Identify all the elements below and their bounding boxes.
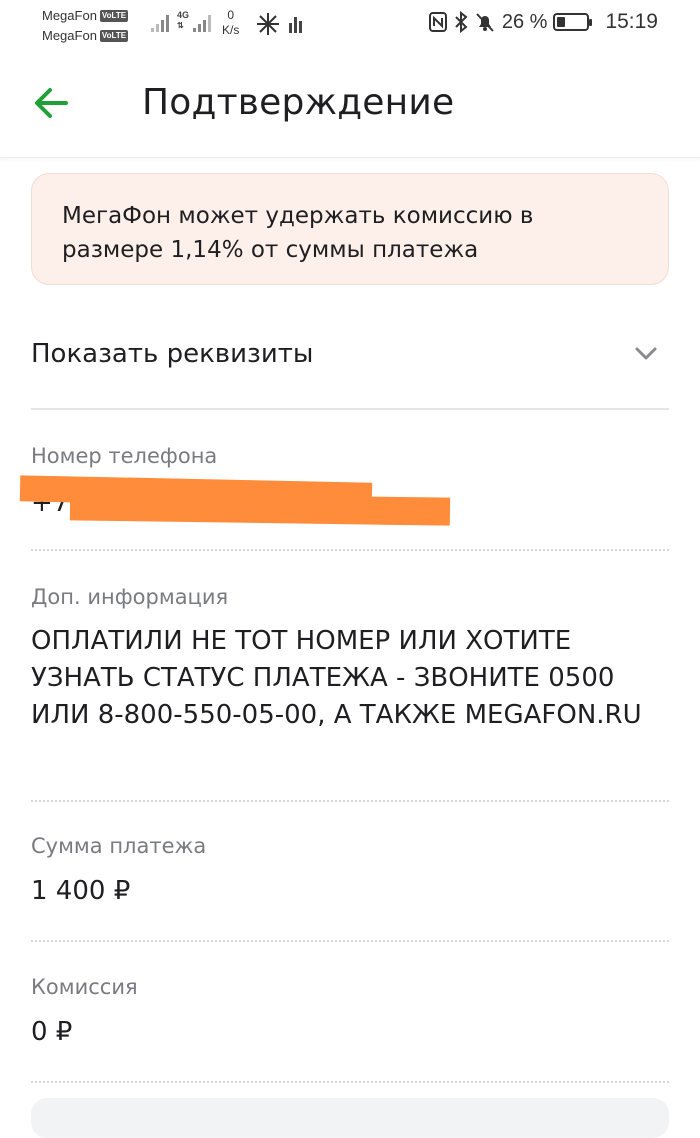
amount-value: 1 400 ₽: [31, 876, 131, 906]
volte-badge: VoLTE: [99, 10, 129, 22]
nfc-icon: [428, 12, 447, 32]
arrow-left-icon: [35, 88, 68, 118]
sim1-operator: MegaFon: [42, 8, 97, 23]
extra-info-label: Доп. информация: [31, 585, 229, 609]
battery-icon: [553, 13, 593, 31]
volte-badge: VoLTE: [99, 30, 129, 42]
signal-icon: [193, 15, 211, 32]
status-bar: MegaFon VoLTE MegaFon VoLTE 4G ⇅ 0 K/s 2…: [0, 0, 700, 52]
bluetooth-icon: [455, 11, 468, 33]
phone-label: Номер телефона: [31, 444, 218, 468]
amount-field: Сумма платежа 1 400 ₽: [31, 830, 669, 942]
commission-notice: МегаФон может удержать комиссию в размер…: [31, 173, 669, 285]
extra-info-field: Доп. информация ОПЛАТИЛИ НЕ ТОТ НОМЕР ИЛ…: [31, 581, 669, 802]
amount-label: Сумма платежа: [31, 834, 207, 858]
chevron-down-icon: [635, 347, 657, 360]
status-right: 26 % 15:19: [428, 10, 658, 34]
sim2-operator: MegaFon: [42, 28, 97, 43]
weather-sun-icon: [257, 13, 279, 35]
battery-percent: 26 %: [501, 10, 548, 33]
network-type: 4G ⇅: [177, 10, 190, 30]
commission-value: 0 ₽: [31, 1017, 73, 1047]
sim-info: MegaFon VoLTE MegaFon VoLTE: [42, 6, 129, 46]
back-button[interactable]: [30, 82, 80, 126]
bottom-card: [31, 1098, 669, 1138]
activity-icon: [289, 17, 302, 33]
show-details-label: Показать реквизиты: [31, 339, 314, 369]
redaction-mark: [69, 492, 451, 526]
commission-label: Комиссия: [31, 975, 138, 999]
commission-field: Комиссия 0 ₽: [31, 971, 669, 1083]
extra-info-value: ОПЛАТИЛИ НЕ ТОТ НОМЕР ИЛИ ХОТИТЕ УЗНАТЬ …: [31, 626, 642, 730]
signal-icon: [151, 15, 169, 32]
show-details-toggle[interactable]: Показать реквизиты: [31, 310, 669, 410]
app-bar: Подтверждение: [0, 52, 700, 158]
clock: 15:19: [605, 10, 658, 33]
notice-text: МегаФон может удержать комиссию в размер…: [62, 203, 534, 263]
network-speed: 0 K/s: [222, 8, 240, 37]
bell-off-icon: [476, 13, 494, 32]
page-title: Подтверждение: [142, 82, 455, 123]
battery-level: [557, 17, 565, 27]
